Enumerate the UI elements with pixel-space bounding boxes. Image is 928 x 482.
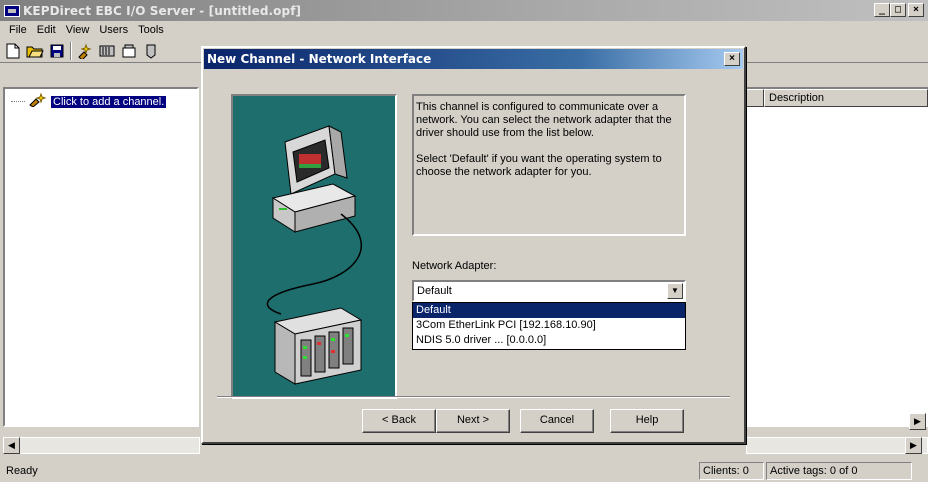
network-adapter-label: Network Adapter:: [412, 260, 497, 272]
description-box: This channel is configured to communicat…: [412, 94, 686, 236]
back-button[interactable]: < Back: [362, 409, 436, 433]
network-adapter-list[interactable]: Default 3Com EtherLink PCI [192.168.10.9…: [412, 302, 686, 350]
save-icon[interactable]: [48, 42, 66, 60]
dialog-title: New Channel - Network Interface: [207, 52, 432, 66]
tree-horizontal-scrollbar[interactable]: ◀: [3, 437, 200, 454]
network-adapter-select[interactable]: Default ▼: [412, 280, 686, 302]
status-clients: Clients: 0: [699, 462, 764, 480]
channel-tree[interactable]: Click to add a channel.: [3, 87, 199, 427]
toolbar-separator: [70, 41, 72, 60]
dialog-separator: [217, 396, 730, 398]
add-channel-icon: [29, 92, 47, 110]
network-illustration: [231, 94, 397, 399]
menu-view[interactable]: View: [61, 24, 95, 36]
adapter-option-3com[interactable]: 3Com EtherLink PCI [192.168.10.90]: [413, 318, 685, 333]
app-icon: [4, 4, 20, 17]
tag-list[interactable]: Description: [744, 87, 928, 427]
main-titlebar: KEPDirect EBC I/O Server - [untitled.opf…: [0, 0, 928, 21]
scroll-down-arrow-icon[interactable]: ▶: [909, 413, 926, 430]
menu-file[interactable]: File: [4, 24, 32, 36]
tree-item-add-channel[interactable]: Click to add a channel.: [11, 92, 167, 110]
computer-plc-illustration: [266, 125, 363, 385]
close-button[interactable]: ×: [908, 3, 924, 17]
column-header-description[interactable]: Description: [764, 89, 928, 107]
description-paragraph-1: This channel is configured to communicat…: [416, 101, 672, 139]
menu-edit[interactable]: Edit: [32, 24, 61, 36]
maximize-button[interactable]: □: [890, 3, 906, 17]
dropdown-arrow-icon[interactable]: ▼: [667, 283, 683, 299]
menubar: File Edit View Users Tools: [0, 21, 928, 39]
adapter-option-default[interactable]: Default: [413, 303, 685, 318]
new-file-icon[interactable]: [4, 42, 22, 60]
status-text: Ready: [6, 465, 38, 477]
dialog-titlebar: New Channel - Network Interface ×: [204, 49, 743, 69]
adapter-option-ndis[interactable]: NDIS 5.0 driver ... [0.0.0.0]: [413, 333, 685, 348]
scroll-right-arrow-icon[interactable]: ▶: [905, 437, 922, 454]
status-active-tags: Active tags: 0 of 0: [766, 462, 912, 480]
new-device-icon[interactable]: [98, 42, 116, 60]
next-button[interactable]: Next >: [436, 409, 510, 433]
new-channel-icon[interactable]: [76, 42, 94, 60]
description-paragraph-2: Select 'Default' if you want the operati…: [416, 153, 662, 178]
window-controls: _ □ ×: [874, 3, 924, 17]
help-button[interactable]: Help: [610, 409, 684, 433]
menu-tools[interactable]: Tools: [133, 24, 169, 36]
network-adapter-value: Default: [417, 285, 452, 297]
new-tag-group-icon[interactable]: [120, 42, 138, 60]
cancel-button[interactable]: Cancel: [520, 409, 594, 433]
statusbar: Ready Clients: 0 Active tags: 0 of 0: [0, 460, 928, 482]
list-horizontal-scrollbar[interactable]: ▶: [746, 437, 928, 454]
scroll-left-arrow-icon[interactable]: ◀: [3, 437, 20, 454]
window-title: KEPDirect EBC I/O Server - [untitled.opf…: [23, 3, 302, 18]
new-channel-dialog: New Channel - Network Interface × This c…: [201, 46, 746, 444]
dialog-close-button[interactable]: ×: [724, 52, 740, 66]
tree-item-label: Click to add a channel.: [51, 95, 167, 108]
list-header-spacer: [744, 89, 764, 107]
open-folder-icon[interactable]: [26, 42, 44, 60]
tree-connector: [11, 101, 25, 102]
minimize-button[interactable]: _: [874, 3, 890, 17]
new-tag-icon[interactable]: [142, 42, 160, 60]
menu-users[interactable]: Users: [94, 24, 133, 36]
